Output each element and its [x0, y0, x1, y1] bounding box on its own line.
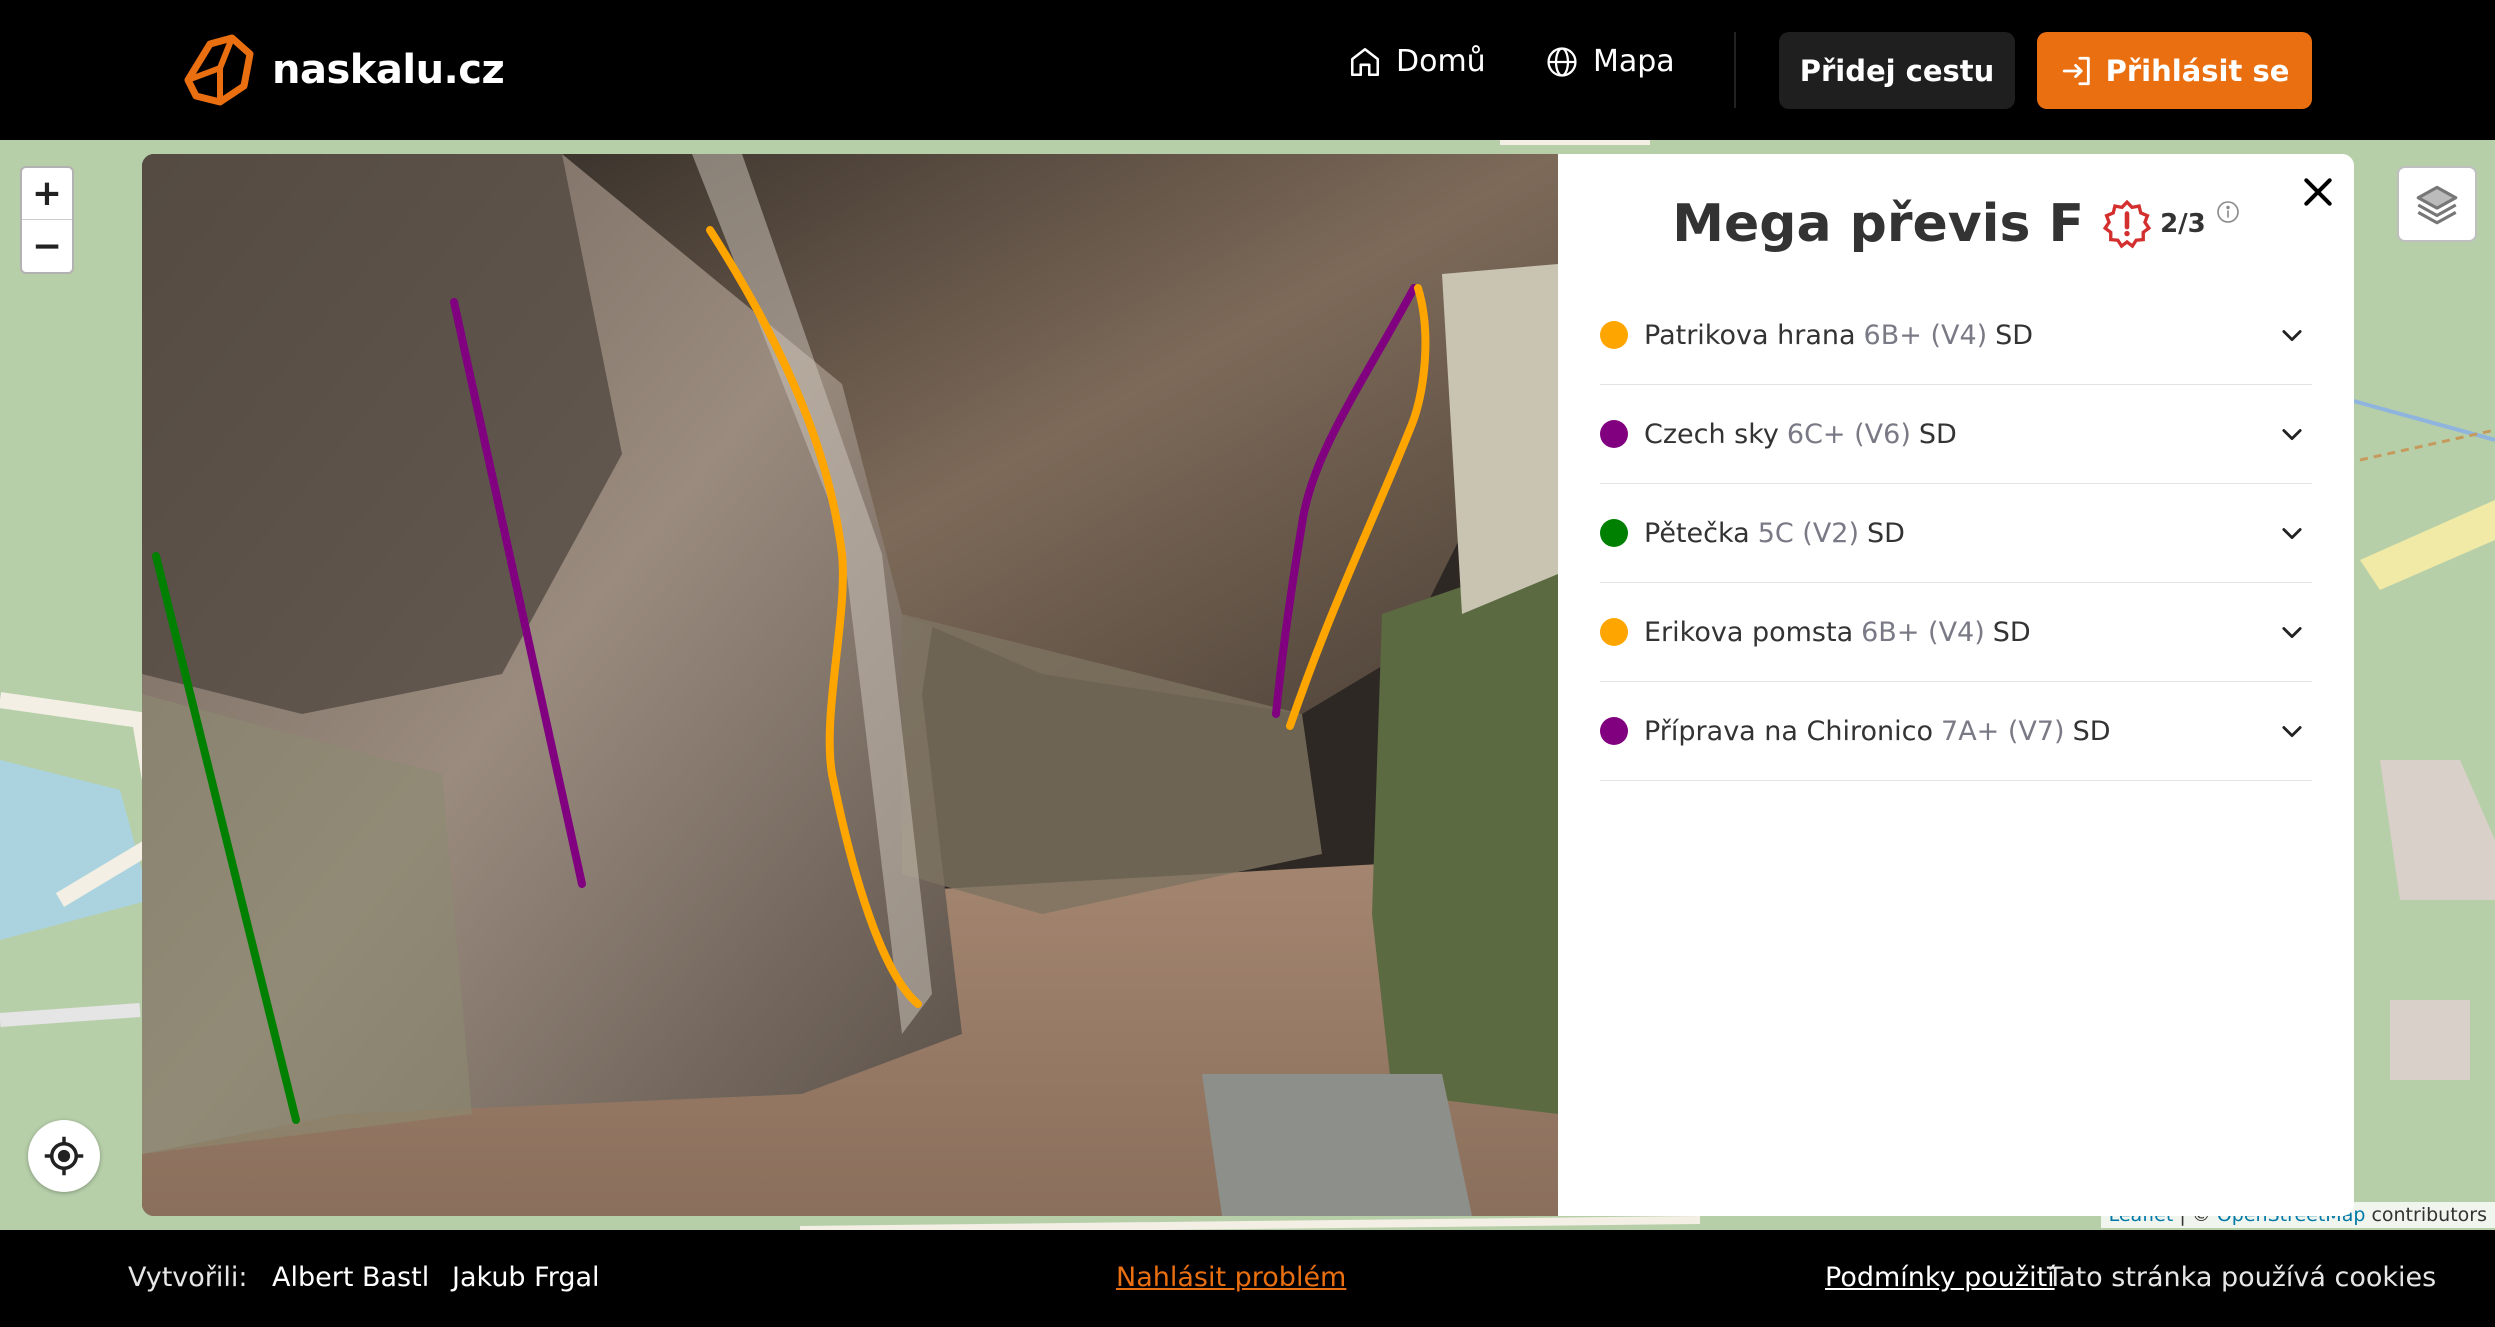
route-color-dot — [1600, 618, 1628, 646]
nav-home-label: Domů — [1396, 44, 1486, 79]
route-grade: 6B+ (V4) — [1863, 319, 1988, 351]
home-icon — [1350, 47, 1380, 76]
globe-icon — [1547, 46, 1577, 77]
route-grade: 5C (V2) — [1757, 517, 1860, 549]
route-start-type: SD — [2072, 715, 2111, 747]
route-grade: 7A+ (V7) — [1941, 715, 2065, 747]
route-start-type: SD — [1867, 517, 1905, 549]
terms-link[interactable]: Podmínky použití — [1825, 1262, 2055, 1293]
author-link[interactable]: Jakub Frgal — [452, 1262, 600, 1293]
logo-text: naskalu.cz — [272, 47, 505, 93]
locate-me-button[interactable] — [28, 1120, 100, 1192]
nav-map-label: Mapa — [1593, 44, 1675, 79]
route-color-dot — [1600, 717, 1628, 745]
route-start-type: SD — [1918, 418, 1957, 450]
chevron-down-icon[interactable] — [2278, 519, 2306, 547]
boulder-detail-modal: Mega převis F 2/3 Patrikova hrana 6B+ (V… — [142, 154, 2354, 1216]
chevron-down-icon[interactable] — [2278, 618, 2306, 646]
cookies-notice: Tato stránka používá cookies — [2047, 1262, 2437, 1293]
chevron-down-icon[interactable] — [2278, 321, 2306, 349]
crosshair-icon — [44, 1136, 84, 1176]
route-name: Patrikova hrana — [1644, 319, 1856, 351]
route-item[interactable]: Czech sky 6C+ (V6) SD — [1600, 385, 2312, 484]
boulder-title-row: Mega převis F 2/3 — [1558, 194, 2354, 254]
route-start-type: SD — [1992, 616, 2031, 648]
route-name: Czech sky — [1644, 418, 1779, 450]
route-color-dot — [1600, 519, 1628, 547]
zoom-out-button[interactable]: − — [22, 220, 72, 272]
nav-divider — [1734, 32, 1736, 108]
info-icon[interactable] — [2216, 200, 2240, 224]
boulder-title: Mega převis F — [1672, 194, 2085, 254]
login-button[interactable]: Přihlásit se — [2037, 32, 2312, 109]
route-color-dot — [1600, 321, 1628, 349]
top-navbar: naskalu.cz Domů Mapa Přidej cestu Přihlá… — [0, 0, 2495, 140]
created-by-label: Vytvořili: — [128, 1262, 248, 1293]
author-link[interactable]: Albert Bastl — [272, 1262, 429, 1293]
login-icon — [2062, 56, 2090, 85]
nav-home-link[interactable]: Domů — [1348, 44, 1486, 79]
route-item[interactable]: Příprava na Chironico 7A+ (V7) SD — [1600, 682, 2312, 781]
route-name: Pětečka — [1644, 517, 1750, 549]
route-grade: 6B+ (V4) — [1861, 616, 1985, 648]
zoom-control: + − — [20, 166, 74, 274]
logo-link[interactable]: naskalu.cz — [180, 34, 505, 106]
route-item[interactable]: Patrikova hrana 6B+ (V4) SD — [1600, 286, 2312, 385]
login-label: Přihlásit se — [2105, 53, 2290, 88]
chevron-down-icon[interactable] — [2278, 420, 2306, 448]
layers-icon — [2416, 185, 2458, 225]
chevron-down-icon[interactable] — [2278, 717, 2306, 745]
report-problem-link[interactable]: Nahlásit problém — [1116, 1262, 1346, 1293]
nav-map-link[interactable]: Mapa — [1545, 44, 1675, 79]
route-start-type: SD — [1995, 319, 2034, 351]
warning-badge-icon — [2102, 199, 2152, 249]
rock-logo-icon — [184, 34, 254, 106]
route-item[interactable]: Erikova pomsta 6B+ (V4) SD — [1600, 583, 2312, 682]
route-list: Patrikova hrana 6B+ (V4) SD Czech sky 6C… — [1600, 286, 2312, 781]
route-name: Příprava na Chironico — [1644, 715, 1934, 747]
zoom-in-button[interactable]: + — [22, 168, 72, 220]
route-name: Erikova pomsta — [1644, 616, 1854, 648]
footer: Vytvořili: Albert Bastl Jakub Frgal Nahl… — [0, 1230, 2495, 1327]
route-item[interactable]: Pětečka 5C (V2) SD — [1600, 484, 2312, 583]
route-grade: 6C+ (V6) — [1786, 418, 1911, 450]
boulder-info-panel: Mega převis F 2/3 Patrikova hrana 6B+ (V… — [1558, 154, 2354, 1216]
attribution-contributors: contributors — [2365, 1204, 2487, 1226]
layers-button[interactable] — [2397, 166, 2477, 242]
route-color-dot — [1600, 420, 1628, 448]
add-route-button[interactable]: Přidej cestu — [1779, 32, 2015, 109]
boulder-photo — [142, 154, 1558, 1216]
warning-count: 2/3 — [2160, 209, 2206, 239]
